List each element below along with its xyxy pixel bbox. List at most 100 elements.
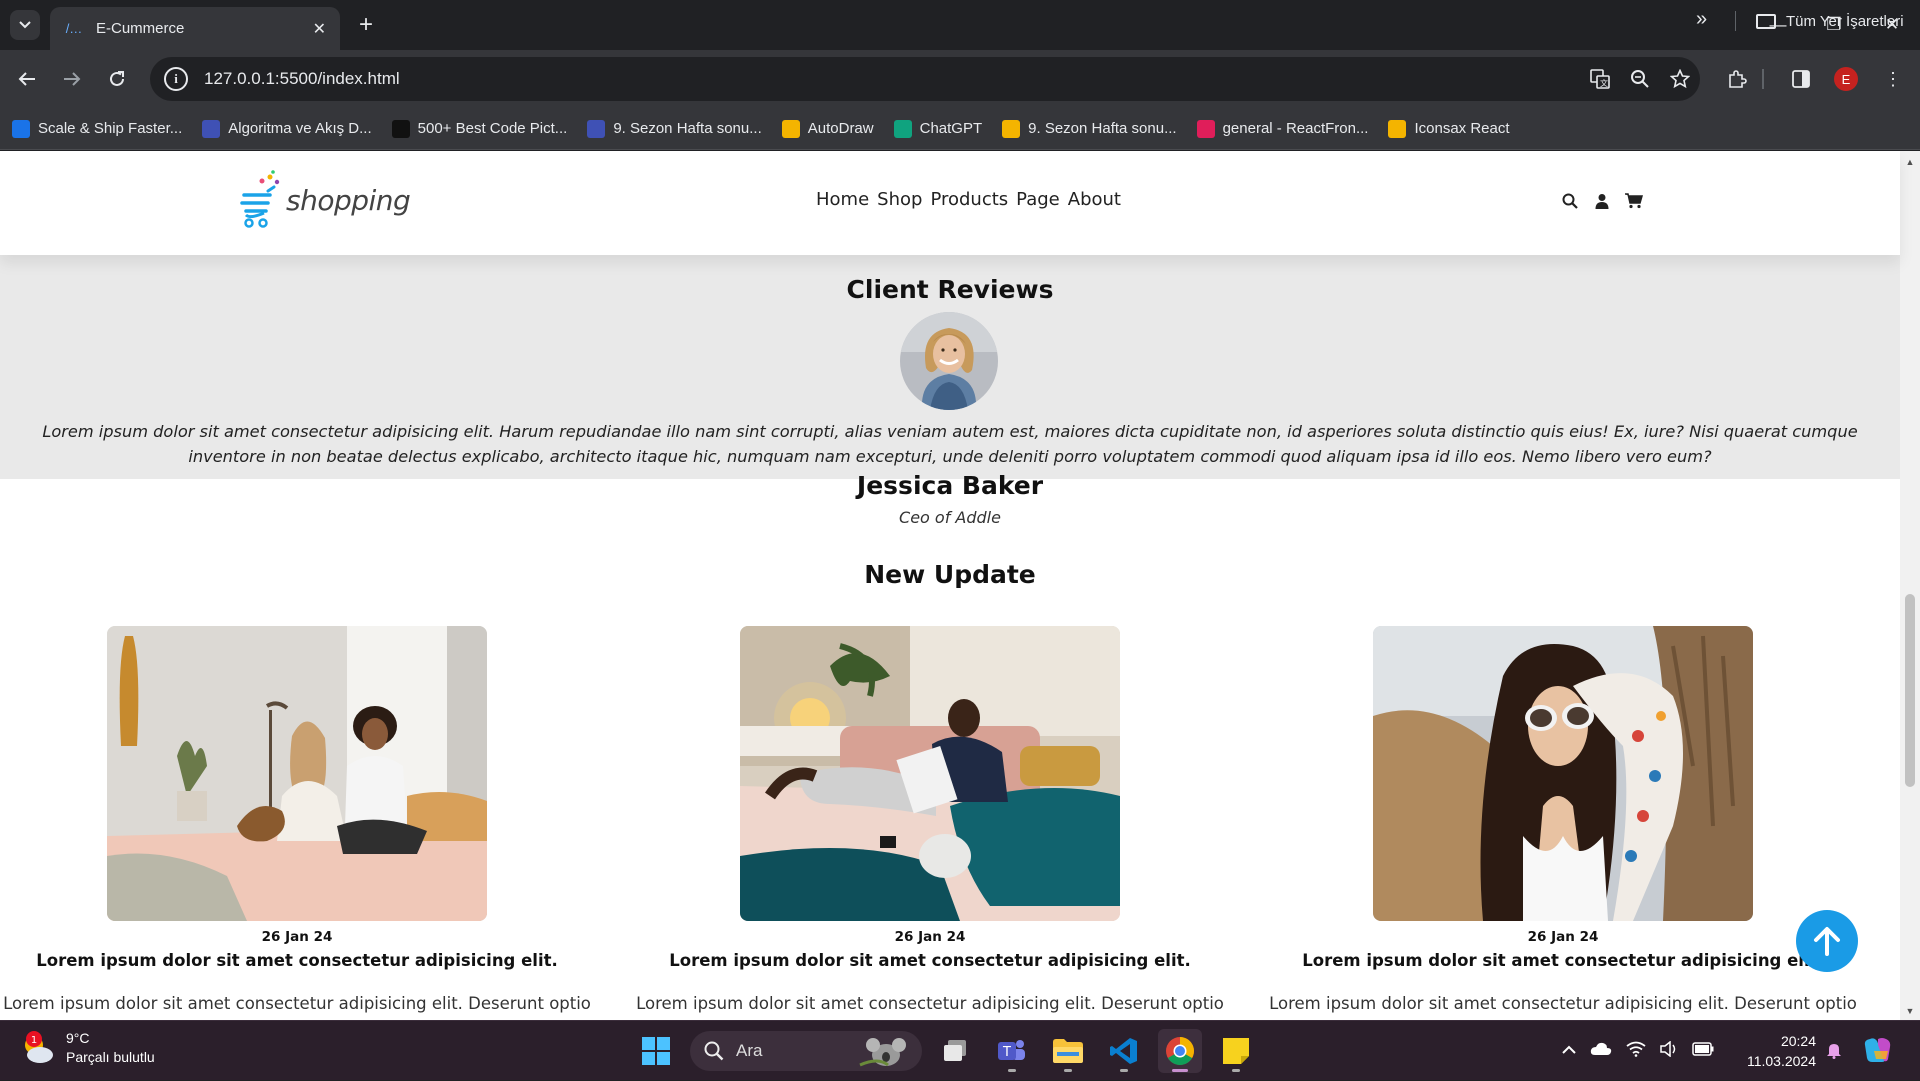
show-hidden-icons-icon[interactable] [1562, 1042, 1576, 1060]
bookmark-item[interactable]: general - ReactFron... [1196, 119, 1368, 138]
main-nav: Home Shop Products Page About [816, 189, 1121, 210]
post-excerpt: Lorem ipsum dolor sit amet consectetur a… [636, 994, 1224, 1013]
zoom-icon[interactable] [1620, 59, 1660, 99]
bookmark-label: Scale & Ship Faster... [38, 120, 183, 137]
arrow-up-icon [1814, 927, 1840, 956]
bookmark-item[interactable]: ChatGPT [893, 119, 983, 138]
app-running-indicator [1172, 1069, 1188, 1072]
scroll-down-arrow-icon[interactable]: ▼ [1900, 1006, 1920, 1016]
sticky-notes-app[interactable] [1214, 1029, 1258, 1073]
tab-favicon-icon: /… [65, 21, 83, 36]
address-bar[interactable]: i 127.0.0.1:5500/index.html 文 [150, 57, 1700, 101]
taskbar-search[interactable]: Ara [690, 1031, 922, 1071]
teams-app[interactable]: T [990, 1029, 1034, 1073]
reviews-heading: Client Reviews [846, 275, 1054, 304]
windows-taskbar: 1 9°C Parçalı bulutlu Ara T 20:24 11.03.… [0, 1020, 1920, 1080]
forward-button[interactable] [55, 62, 89, 96]
review-text: Lorem ipsum dolor sit amet consectetur a… [42, 422, 1858, 466]
search-icon [704, 1041, 724, 1061]
start-button[interactable] [634, 1029, 678, 1073]
user-icon[interactable] [1592, 191, 1612, 211]
weather-temp: 9°C [66, 1030, 90, 1046]
post-title[interactable]: Lorem ipsum dolor sit amet consectetur a… [0, 951, 594, 970]
nav-about[interactable]: About [1068, 189, 1121, 210]
logo-text: shopping [286, 183, 411, 217]
onedrive-icon[interactable] [1590, 1042, 1612, 1061]
clock-time: 20:24 [1780, 1033, 1816, 1049]
bookmark-item[interactable]: Scale & Ship Faster... [12, 119, 183, 138]
nav-products[interactable]: Products [930, 189, 1008, 210]
bookmark-item[interactable]: Iconsax React [1388, 119, 1510, 138]
browser-tab[interactable]: /… E-Cummerce ✕ [50, 7, 340, 50]
scroll-up-arrow-icon[interactable]: ▲ [1900, 157, 1920, 167]
tab-close-icon[interactable]: ✕ [313, 19, 326, 39]
post-title[interactable]: Lorem ipsum dolor sit amet consectetur a… [1266, 951, 1860, 970]
bookmark-item[interactable]: 9. Sezon Hafta sonu... [587, 119, 762, 138]
post-excerpt: Lorem ipsum dolor sit amet consectetur a… [1269, 994, 1857, 1013]
cart-logo-icon [240, 170, 280, 228]
koala-search-highlight-icon [859, 1038, 906, 1067]
site-info-icon[interactable]: i [164, 67, 188, 91]
back-button[interactable] [10, 62, 44, 96]
scroll-to-top-button[interactable] [1796, 910, 1858, 972]
translate-icon[interactable]: 文 [1580, 59, 1620, 99]
header-icons [1560, 191, 1644, 211]
post-title[interactable]: Lorem ipsum dolor sit amet consectetur a… [633, 951, 1227, 970]
app-running-indicator [1120, 1069, 1128, 1072]
task-view-button[interactable] [934, 1029, 978, 1073]
battery-icon[interactable] [1692, 1041, 1714, 1061]
extensions-icon[interactable] [1722, 64, 1752, 94]
bookmark-item[interactable]: AutoDraw [781, 119, 874, 138]
volume-icon[interactable] [1660, 1039, 1678, 1062]
notifications-bell-icon[interactable] [1826, 1041, 1842, 1064]
nav-home[interactable]: Home [816, 189, 869, 210]
post-image[interactable] [1373, 626, 1753, 921]
post-image[interactable] [740, 626, 1120, 921]
new-update-heading: New Update [864, 560, 1036, 589]
url-text[interactable]: 127.0.0.1:5500/index.html [204, 69, 1580, 89]
svg-text:文: 文 [1600, 78, 1608, 88]
scrollbar-thumb[interactable] [1905, 594, 1915, 787]
chrome-app[interactable] [1158, 1029, 1202, 1073]
app-running-indicator [1232, 1069, 1240, 1072]
bookmark-star-icon[interactable] [1660, 59, 1700, 99]
post-image[interactable] [107, 626, 487, 921]
bookmark-label: 9. Sezon Hafta sonu... [613, 120, 762, 137]
vscode-app[interactable] [1102, 1029, 1146, 1073]
side-panel-icon[interactable] [1786, 64, 1816, 94]
clock-date: 11.03.2024 [1746, 1053, 1816, 1069]
reload-button[interactable] [100, 62, 134, 96]
copilot-icon[interactable] [1864, 1037, 1892, 1068]
system-tray [1562, 1021, 1714, 1081]
tab-search-button[interactable] [10, 10, 40, 40]
bookmark-label: 500+ Best Code Pict... [417, 120, 568, 137]
bookmark-label: ChatGPT [919, 120, 983, 137]
file-explorer-app[interactable] [1046, 1029, 1090, 1073]
wifi-icon[interactable] [1626, 1041, 1646, 1062]
bookmark-item[interactable]: 9. Sezon Hafta sonu... [1002, 119, 1177, 138]
site-logo[interactable]: shopping [240, 169, 411, 231]
browser-menu-icon[interactable]: ⋮ [1878, 64, 1908, 94]
post-excerpt: Lorem ipsum dolor sit amet consectetur a… [3, 994, 591, 1013]
taskbar-clock[interactable]: 20:24 11.03.2024 [1740, 1031, 1816, 1071]
bookmark-label: Algoritma ve Akış D... [228, 120, 372, 137]
weather-widget[interactable]: 1 9°C Parçalı bulutlu [20, 1029, 155, 1067]
bookmark-favicon-icon [893, 119, 912, 138]
post-date: 26 Jan 24 [894, 929, 966, 945]
folder-icon [1053, 1039, 1083, 1063]
search-icon[interactable] [1560, 191, 1580, 211]
all-bookmarks-button[interactable]: Tüm Yer İşaretleri [1756, 0, 1904, 42]
cart-icon[interactable] [1624, 191, 1644, 211]
post-date: 26 Jan 24 [261, 929, 333, 945]
task-view-icon [944, 1040, 966, 1061]
weather-desc: Parçalı bulutlu [66, 1049, 155, 1065]
new-tab-button[interactable]: + [352, 11, 380, 39]
profile-avatar[interactable]: E [1834, 67, 1858, 91]
bookmarks-divider [1735, 11, 1736, 31]
nav-shop[interactable]: Shop [877, 189, 922, 210]
bookmark-item[interactable]: Algoritma ve Akış D... [202, 119, 372, 138]
bookmark-item[interactable]: 500+ Best Code Pict... [391, 119, 568, 138]
more-bookmarks-icon[interactable]: » [1696, 8, 1707, 31]
nav-page[interactable]: Page [1016, 189, 1060, 210]
page-scrollbar[interactable]: ▲ ▼ [1900, 151, 1920, 1020]
